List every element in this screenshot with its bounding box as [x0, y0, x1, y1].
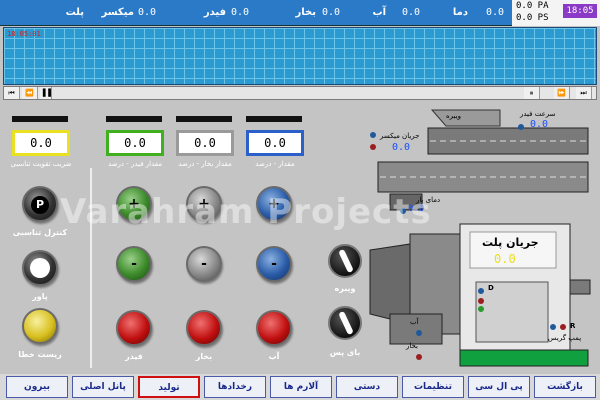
- steam-indicator: [416, 354, 422, 360]
- watermark: Varahram Projects: [60, 192, 432, 232]
- feeder-minus-button[interactable]: -: [116, 246, 152, 282]
- steam-percent-label: مقدار بخار - درصد: [178, 160, 232, 168]
- mixer-current-tag: جریان میکسر: [380, 132, 420, 140]
- temp-label: دما: [452, 7, 468, 18]
- water-cell: آب 0.0: [350, 0, 426, 26]
- menu-exit[interactable]: بیرون: [6, 376, 68, 398]
- trend-chart[interactable]: 18:05:01: [3, 27, 597, 85]
- mixer-label: میکسر: [101, 7, 135, 18]
- pellet-cell: پلت: [6, 0, 84, 26]
- fault-reset-label: ریست خطا: [18, 350, 62, 359]
- trend-first-button[interactable]: ⏮: [4, 87, 20, 99]
- water-value: 0.0: [402, 7, 421, 18]
- feeder-speed-value: 0.0: [530, 119, 549, 130]
- feeder-label: فیدر: [203, 7, 226, 18]
- steam-label: بخار: [195, 352, 213, 361]
- display-header-bar: [12, 116, 68, 122]
- pellet-machine-diagram: ویبره سرعت فیدر 0.0 جریان میکسر 0.0 دمای…: [350, 104, 600, 370]
- menu-events[interactable]: رخدادها: [204, 376, 266, 398]
- steam-tag: بخار: [406, 342, 418, 350]
- temp-cell: دما 0.0: [432, 0, 510, 26]
- menu-alarms[interactable]: آلارم ها: [270, 376, 332, 398]
- power-icon: [30, 258, 50, 278]
- machine-drawing: [369, 109, 591, 367]
- feeder-label: فیدر: [125, 352, 143, 361]
- water-percent-label: مقدار - درصد: [255, 160, 295, 168]
- steam-minus-button[interactable]: -: [186, 246, 222, 282]
- water-percent-display[interactable]: 0.0: [246, 130, 304, 156]
- power-button[interactable]: [22, 250, 58, 286]
- feeder-cell: فیدر 0.0: [176, 0, 256, 26]
- water-label: آب: [268, 352, 280, 361]
- mixer-indicator-blue: [370, 132, 376, 138]
- trend-prev-button[interactable]: ⏪: [22, 87, 38, 99]
- feeder-value: 0.0: [231, 7, 250, 18]
- water-tag: آب: [410, 318, 419, 326]
- menu-production[interactable]: تولید: [138, 376, 200, 398]
- trend-last-button[interactable]: ⏭: [576, 87, 592, 99]
- pellet-label: پلت: [65, 7, 84, 18]
- steam-percent-display[interactable]: 0.0: [176, 130, 234, 156]
- pellet-current-tag: جریان پلت: [482, 236, 539, 249]
- d-indicator-red: [478, 298, 484, 304]
- feeder-stop-button[interactable]: [116, 310, 152, 346]
- trend-pause-button[interactable]: ⏸: [524, 87, 540, 99]
- top-status-bar: پلت میکسر 0.0 فیدر 0.0 بخار 0.0 آب 0.0 د…: [0, 0, 600, 26]
- feeder-percent-display[interactable]: 0.0: [106, 130, 164, 156]
- steam-label: بخار: [295, 7, 316, 18]
- feeder-speed-indicator: [518, 124, 524, 130]
- grease-indicator-red: [560, 324, 566, 330]
- mixer-cell: میکسر 0.0: [90, 0, 170, 26]
- proportional-control-button[interactable]: P: [22, 186, 58, 222]
- water-indicator: [416, 330, 422, 336]
- mixer-indicator-red: [370, 144, 376, 150]
- minus-glyph: -: [201, 256, 207, 272]
- trend-next-button[interactable]: ⏩: [554, 87, 570, 99]
- menu-manual[interactable]: دستی: [336, 376, 398, 398]
- r-tag: R: [570, 322, 576, 330]
- proportional-symbol: P: [31, 196, 49, 214]
- menu-plc[interactable]: پی ال سی: [468, 376, 530, 398]
- bottom-menu: بازگشت پی ال سی تنظیمات دستی آلارم ها رخ…: [0, 374, 600, 400]
- mixer-current-value: 0.0: [392, 142, 411, 153]
- menu-settings[interactable]: تنظیمات: [402, 376, 464, 398]
- power-label: پاور: [32, 292, 48, 301]
- gain-display[interactable]: 0.0: [12, 130, 70, 156]
- display-header-bar: [176, 116, 232, 122]
- trend-scroll-handle[interactable]: ▐▐: [40, 87, 52, 99]
- feeder-percent-label: مقدار فیدر - درصد: [107, 160, 163, 168]
- vibrator-tag: ویبره: [446, 112, 461, 120]
- trend-timestamp: 18:05:01: [7, 30, 41, 38]
- minus-glyph: -: [271, 256, 277, 272]
- trend-navigation: ⏮ ⏪ ▐▐ ⏸ ⏩ ⏭: [3, 86, 597, 100]
- mixer-value: 0.0: [138, 7, 157, 18]
- water-stop-button[interactable]: [256, 310, 292, 346]
- feeder-speed-tag: سرعت فیدر: [520, 110, 556, 118]
- pellet-current-value: 0.0: [494, 252, 516, 266]
- pa-readout: 0.0 PA: [516, 1, 549, 11]
- clock: 18:05: [563, 4, 597, 18]
- temp-value: 0.0: [486, 7, 505, 18]
- menu-back[interactable]: بازگشت: [534, 376, 596, 398]
- gain-label: ضریب تقویت تناسبی: [10, 160, 72, 168]
- display-header-bar: [246, 116, 302, 122]
- minus-glyph: -: [131, 256, 137, 272]
- fault-reset-button[interactable]: [22, 308, 58, 344]
- grease-pump-tag: پمپ گریس: [548, 334, 582, 342]
- grease-indicator-blue: [550, 324, 556, 330]
- steam-value: 0.0: [322, 7, 341, 18]
- water-label: آب: [372, 7, 386, 18]
- menu-main-panel[interactable]: پانل اصلی: [72, 376, 134, 398]
- display-header-bar: [106, 116, 162, 122]
- ps-readout: 0.0 PS: [516, 13, 549, 23]
- d-tag: D: [488, 284, 494, 292]
- d-indicator-blue: [478, 288, 484, 294]
- d-indicator-green: [478, 306, 484, 312]
- steam-cell: بخار 0.0: [262, 0, 348, 26]
- water-minus-button[interactable]: -: [256, 246, 292, 282]
- steam-stop-button[interactable]: [186, 310, 222, 346]
